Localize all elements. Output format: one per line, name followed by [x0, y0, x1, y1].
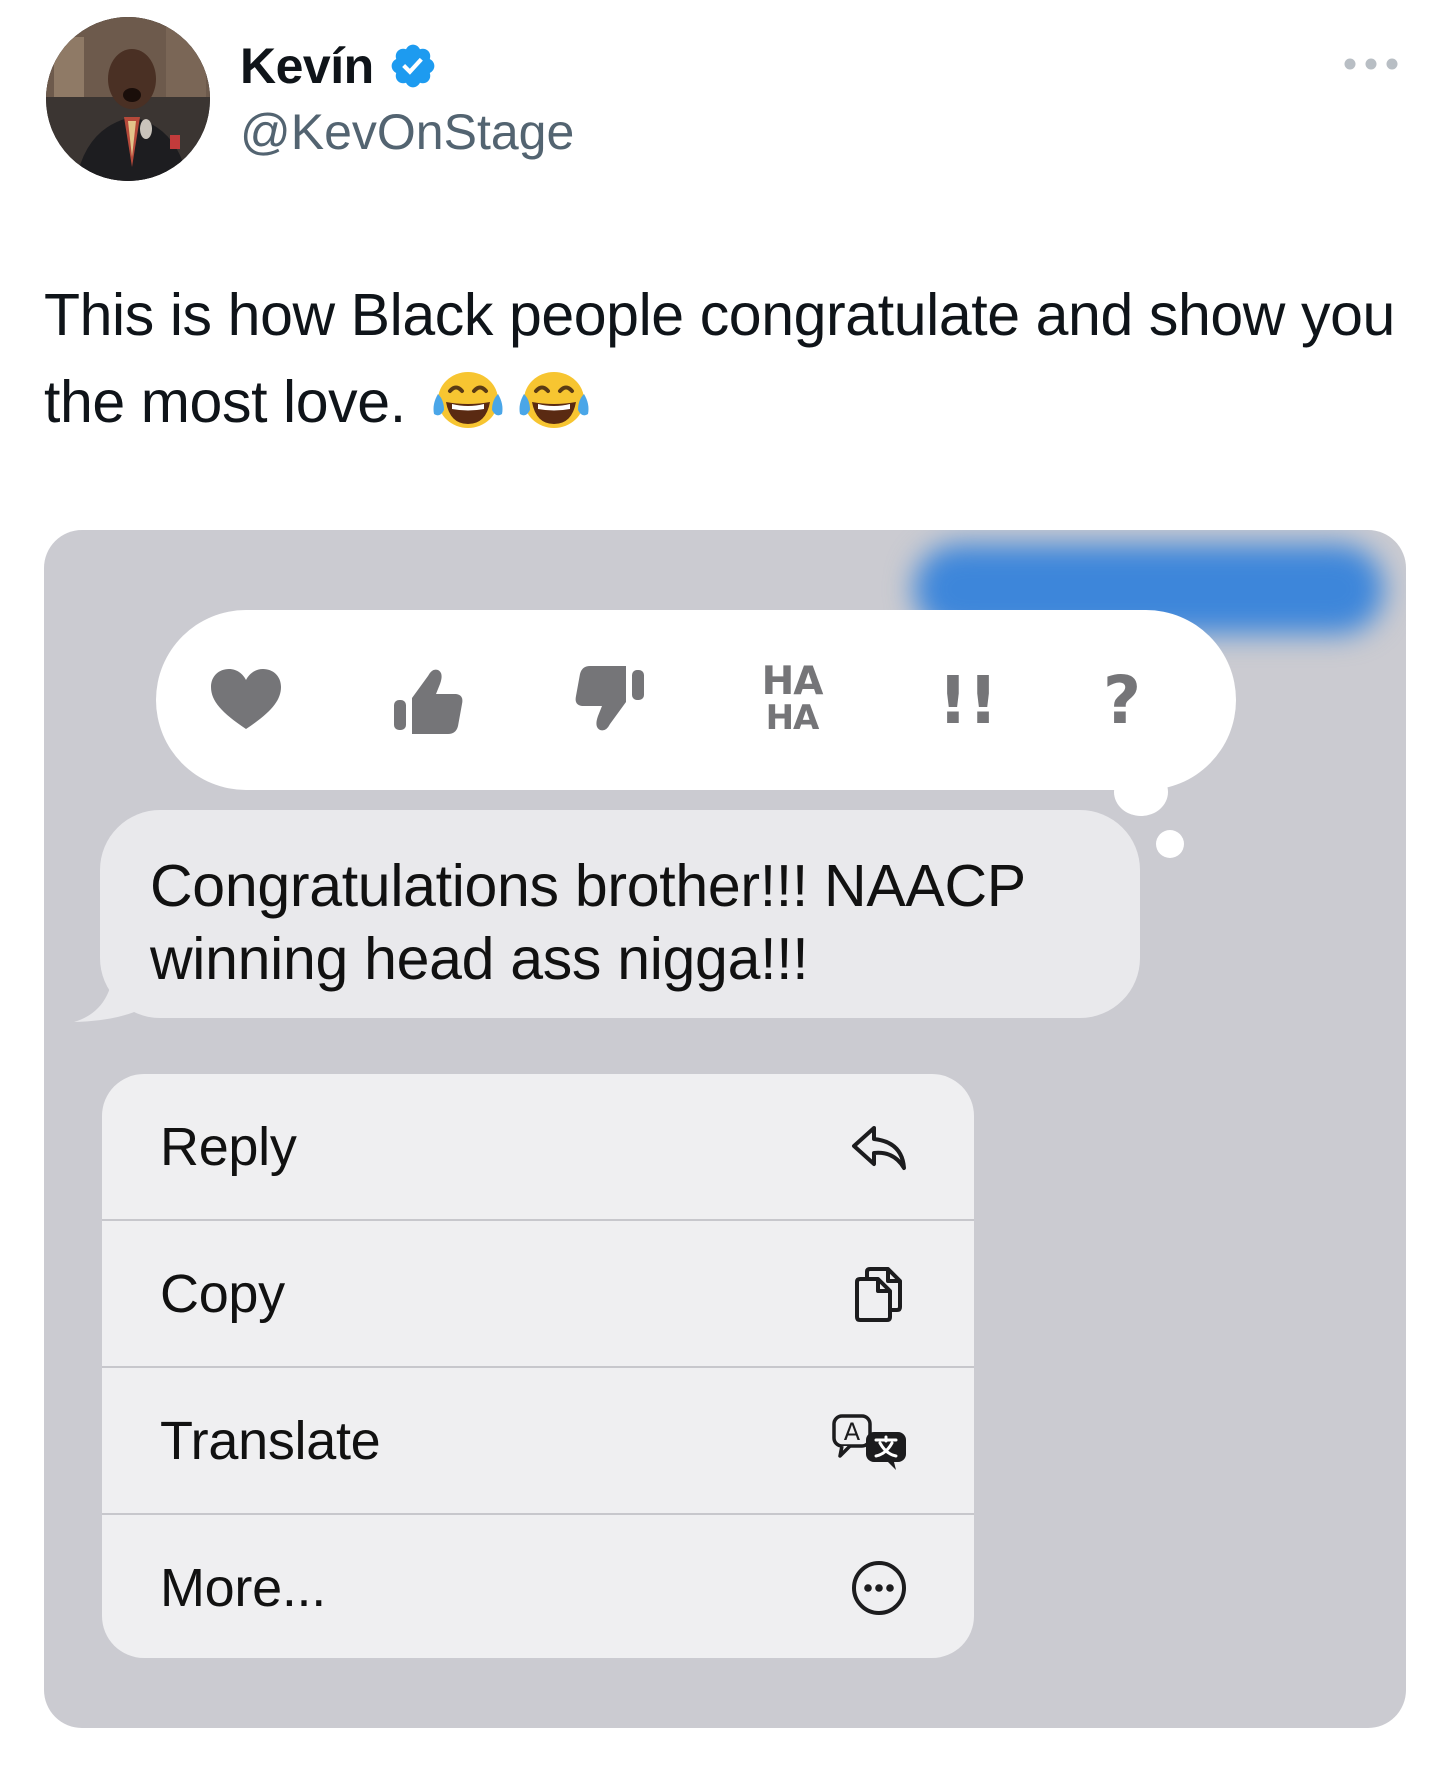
double-exclamation-icon: !! [937, 661, 999, 739]
message-text-line-2: winning head ass nigga!!! [150, 926, 809, 992]
menu-item-label: Translate [160, 1411, 381, 1471]
verified-badge-icon [391, 44, 435, 88]
tapback-question[interactable]: ? [1072, 610, 1172, 790]
author-handle[interactable]: @KevOnStage [240, 102, 574, 162]
tweet-text-content: This is how Black people congratulate an… [44, 282, 1395, 435]
tweet-media-image[interactable]: HA HA !! ? Congratulations brother!!! NA… [44, 530, 1406, 1728]
tears-of-joy-emoji-icon [519, 372, 589, 428]
tapback-bubble-tail-dot [1156, 830, 1184, 858]
tapback-emphasize[interactable]: !! [918, 610, 1018, 790]
author-name-text[interactable]: Kevín [240, 36, 374, 96]
menu-item-label: More... [160, 1558, 326, 1618]
tweet-text: This is how Black people congratulate an… [44, 272, 1414, 446]
menu-item-reply[interactable]: Reply [102, 1074, 974, 1220]
avatar[interactable] [46, 17, 210, 181]
menu-item-copy[interactable]: Copy [102, 1221, 974, 1367]
tears-of-joy-emoji-icon [433, 372, 503, 428]
menu-item-label: Copy [160, 1264, 285, 1324]
question-mark-icon: ? [1102, 661, 1142, 739]
haha-line-1: HA [761, 659, 824, 704]
menu-item-translate[interactable]: Translate A [102, 1368, 974, 1514]
haha-icon: HA HA [761, 659, 824, 738]
thumbs-down-icon [575, 666, 644, 731]
tapback-haha[interactable]: HA HA [742, 610, 842, 790]
menu-item-more[interactable]: More... [102, 1515, 974, 1658]
tapback-heart[interactable] [196, 610, 296, 790]
reply-icon [852, 1126, 906, 1170]
tapback-thumbs-up[interactable] [378, 610, 478, 790]
received-message-bubble[interactable]: Congratulations brother!!! NAACP winning… [100, 810, 1140, 1018]
more-circle-icon [852, 1561, 906, 1615]
author-name[interactable]: Kevín [240, 36, 438, 96]
heart-icon [211, 669, 281, 729]
more-options-icon[interactable] [1342, 52, 1400, 76]
avatar-photo [46, 17, 210, 181]
message-text-line-1: Congratulations brother!!! NAACP [150, 853, 1026, 919]
tapback-thumbs-down[interactable] [560, 610, 660, 790]
menu-item-label: Reply [160, 1117, 297, 1177]
thumbs-up-icon [394, 669, 463, 734]
tapback-bar: HA HA !! ? [156, 610, 1236, 790]
copy-icon [855, 1267, 902, 1322]
svg-text:A: A [844, 1418, 861, 1446]
message-context-menu: Reply Copy Translate A More... [102, 1074, 974, 1658]
haha-line-2: HA [765, 698, 820, 738]
translate-icon: A [832, 1414, 906, 1470]
